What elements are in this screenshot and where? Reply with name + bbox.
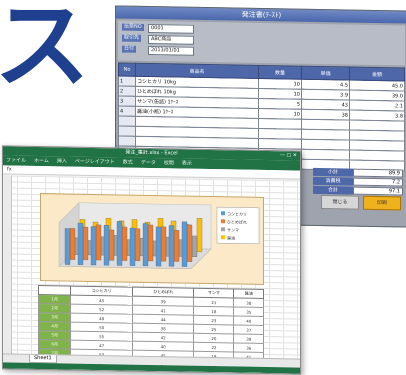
chart-bar	[90, 226, 97, 266]
chart-bar	[160, 226, 167, 262]
chart-bar	[134, 228, 141, 261]
data-cell[interactable]: 39	[233, 333, 264, 344]
col-header: 単価	[301, 66, 350, 81]
chart-bar	[147, 224, 154, 262]
col-header: No	[118, 63, 136, 77]
ribbon-tab[interactable]: 表示	[182, 159, 192, 169]
chart-svg: コシヒカリひとめぼれサンマ醤油	[58, 202, 260, 269]
total-row: 消費税 7.2	[313, 176, 403, 187]
data-cell[interactable]: 36	[233, 342, 264, 353]
row-headers	[3, 175, 12, 355]
col-header: 数量	[258, 65, 302, 80]
data-cell[interactable]: 38	[233, 297, 264, 308]
window-controls-icon[interactable]: — ▢ ✕	[280, 151, 297, 160]
ribbon-tab[interactable]: ページレイアウト	[75, 157, 115, 168]
total-label: 小計	[313, 167, 353, 177]
ribbon-tab[interactable]: ファイル	[6, 155, 26, 165]
slip-no-label: 伝票NO	[122, 23, 144, 31]
3d-bar-chart[interactable]: コシヒカリひとめぼれサンマ醤油	[40, 193, 264, 285]
chart-bar	[155, 226, 162, 267]
total-value: 97.1	[353, 186, 403, 196]
ribbon-tab[interactable]: 挿入	[57, 156, 67, 166]
chart-bar	[196, 218, 203, 253]
data-col-header: 醤油	[233, 288, 264, 299]
chart-bar	[191, 235, 198, 257]
legend-swatch	[221, 235, 225, 240]
total-value: 7.2	[353, 177, 403, 187]
legend-label: ひとめぼれ	[227, 218, 247, 224]
date-field[interactable]: 2013/01/01	[148, 46, 194, 56]
chart-bar	[95, 224, 102, 261]
order-cell-code[interactable]: 4	[118, 106, 136, 117]
chart-bar	[121, 226, 128, 261]
legend-label: 醤油	[227, 234, 235, 240]
slip-no-field[interactable]: 0001	[148, 24, 194, 34]
legend-swatch	[221, 211, 225, 216]
date-label: 日付	[122, 45, 137, 53]
excel-window: 発注_集計.xlsx - Excel — ▢ ✕ ファイル ホーム 挿入 ページ…	[2, 145, 301, 375]
total-row: 小計 89.9	[313, 167, 403, 178]
total-value: 89.9	[353, 168, 403, 178]
customer-field[interactable]: ABC商店	[148, 35, 194, 45]
order-cell-code[interactable]: 3	[118, 96, 136, 107]
total-label: 消費税	[313, 176, 353, 186]
col-header: 金額	[349, 67, 405, 81]
excel-title: 発注_集計.xlsx - Excel	[125, 149, 178, 157]
ribbon-tab[interactable]: データ	[141, 158, 156, 168]
chart-bar	[186, 224, 193, 262]
ribbon-tab[interactable]: ホーム	[34, 156, 49, 166]
chart-bar	[77, 222, 84, 265]
chart-bar	[69, 228, 76, 260]
data-cell[interactable]: 35	[233, 306, 264, 317]
order-form-header: 伝票NO 0001 取引先 ABC商店 日付 2013/01/01	[118, 20, 405, 66]
order-cell-code[interactable]: 1	[118, 76, 136, 87]
legend-swatch	[221, 227, 225, 232]
chart-bar	[108, 229, 115, 261]
ribbon-tab[interactable]: 数式	[123, 157, 133, 167]
print-button[interactable]: 印刷	[363, 195, 401, 211]
close-button[interactable]: 閉じる	[321, 195, 359, 210]
customer-label: 取引先	[122, 34, 142, 42]
order-cell-code[interactable]	[118, 126, 136, 137]
legend-label: サンマ	[227, 227, 239, 232]
chart-bar	[168, 225, 175, 267]
chart-bar	[173, 230, 180, 262]
order-cell-code[interactable]	[118, 116, 136, 127]
chart-bar	[116, 221, 123, 266]
chart-bar	[64, 228, 71, 265]
total-row: 合計 97.1	[313, 185, 403, 196]
legend-label: コシヒカリ	[227, 211, 247, 216]
legend-swatch	[221, 219, 225, 224]
ribbon-tab[interactable]: 校閲	[164, 158, 174, 168]
chart-bar	[129, 227, 136, 266]
order-cell-code[interactable]: 2	[118, 86, 136, 97]
chart-bar	[181, 221, 188, 267]
headline-kana: ス	[0, 0, 90, 102]
chart-bar	[82, 226, 89, 261]
chart-bar	[142, 223, 149, 267]
totals-panel: 小計 89.9 消費税 7.2 合計 97.1	[313, 167, 403, 197]
chart-bar	[103, 225, 110, 266]
data-cell[interactable]: 37	[233, 324, 264, 335]
total-label: 合計	[313, 185, 353, 195]
data-cell[interactable]: 40	[233, 315, 264, 326]
order-cell-code[interactable]	[118, 136, 136, 147]
